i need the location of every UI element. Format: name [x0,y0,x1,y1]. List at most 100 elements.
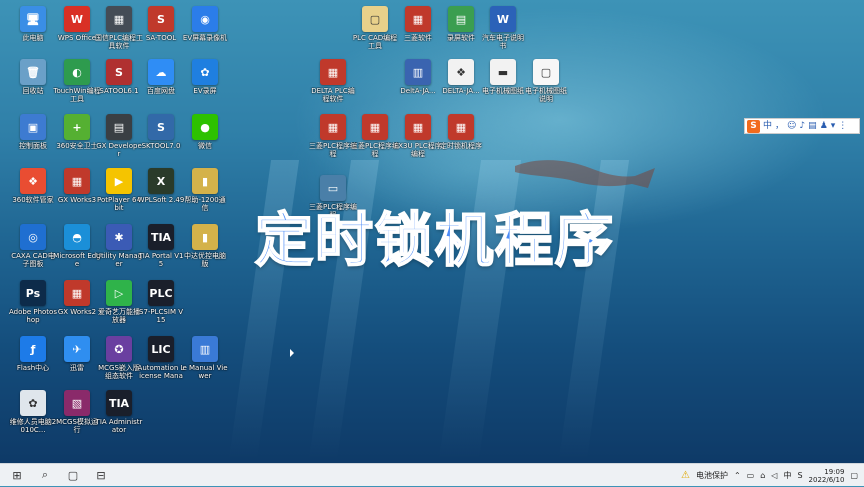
desktop-icon[interactable]: ▦ 定时锁机程序 [439,114,483,150]
widgets-icon[interactable]: ⊟ [90,466,112,484]
desktop-icon[interactable]: ▦ 国信PLC编程工具软件 [95,6,143,50]
desktop-icon[interactable]: ▦ GX Works3 [55,168,99,204]
desktop-icon[interactable]: ● 微信 [183,114,227,150]
notification-icon[interactable]: ▢ [850,471,858,480]
desktop-icon[interactable]: ✪ MCGS嵌入版组态软件 [97,336,141,380]
desktop-icon[interactable]: ▤ 录屏软件 [439,6,483,42]
desktop-icon[interactable]: ▶ PotPlayer 64 bit [97,168,141,212]
desktop-icon-label: 三菱PLC程序编程 [351,142,399,158]
task-view-icon[interactable]: ▢ [62,466,84,484]
search-icon[interactable]: ⌕ [34,466,56,484]
app-icon: ▦ [64,280,90,306]
desktop-icon-label: FX3U PLC程序编程 [394,142,442,158]
desktop-icon[interactable]: ▢ 电子机械图纸说明 [524,59,568,103]
battery-protection-label[interactable]: 电池保护 [696,470,728,481]
app-icon: ◎ [20,224,46,250]
desktop-icon[interactable]: ▦ DELTA PLC编程软件 [311,59,355,103]
desktop-icon[interactable]: W WPS Office [55,6,99,42]
desktop-icon[interactable]: LIC Automation License Manager [138,336,184,380]
app-icon: PLC [148,280,174,306]
clock[interactable]: 19:09 2022/6/10 [809,468,845,484]
desktop-icon[interactable]: TIA TIA Portal V15 [139,224,183,268]
grid-icon[interactable]: ⋮ [838,119,847,133]
desktop-icon[interactable]: ◐ TouchWin编程工具 [53,59,101,103]
chevron-up-icon[interactable]: ⌃ [734,471,741,480]
taskbar: ⊞ ⌕ ▢ ⊟ ⚠ 电池保护 ⌃ ▭ ⌂ ◁ 中 S 19:09 2022/6/… [0,463,864,486]
app-icon: ▥ [192,336,218,362]
desktop-icon[interactable]: ▥ DeltA-JA... [396,59,440,95]
desktop-icon[interactable]: ƒ Flash中心 [11,336,55,372]
desktop-icon-label: 三菱PLC程序编程 [309,142,357,158]
app-icon: W [490,6,516,32]
desktop-icon-label: DELTA PLC编程软件 [311,87,355,103]
keyboard-icon[interactable]: ▤ [808,119,817,133]
warning-icon[interactable]: ⚠ [681,470,690,481]
desktop-icon[interactable]: ◓ Microsoft Edge [53,224,101,268]
desktop-icon[interactable]: ▣ 控制面板 [11,114,55,150]
desktop-icon-label: 电子机械图纸 [482,87,524,95]
desktop-icon-label: 录屏软件 [447,34,475,42]
app-icon: ▮ [192,168,218,194]
desktop-icon[interactable]: ✱ Utility Manager [96,224,142,268]
volume-icon[interactable]: ◁ [771,471,777,480]
app-icon: X [148,168,174,194]
desktop-icon-label: Flash中心 [16,364,50,372]
desktop-icon[interactable]: ▦ 三菱PLC程序编程 [351,114,399,158]
desktop-icon[interactable]: ▬ 电子机械图纸 [481,59,525,95]
desktop-icon[interactable]: S SA-TOOL [139,6,183,42]
app-icon: ❖ [20,168,46,194]
desktop-icon[interactable]: ☁ 百度网盘 [139,59,183,95]
desktop-icon[interactable]: ◎ CAXA CAD电子图板 [11,224,55,268]
desktop-icon[interactable]: 🖥 此电脑 [11,6,55,42]
desktop-icon[interactable]: TIA TIA Administrator [96,390,142,434]
desktop-icon-label: 360软件管家 [12,196,54,204]
app-icon: ▦ [64,168,90,194]
emoji-icon[interactable]: ☺ [787,119,796,133]
desktop-icon[interactable]: ❖ DELTA-JA... [439,59,483,95]
sogou-logo-icon: S [747,119,760,133]
desktop-icon[interactable]: ✈ 迅雷 [55,336,99,372]
ime-punct-toggle[interactable]: ， [775,119,784,133]
desktop-icon-label: PotPlayer 64 bit [97,196,141,212]
input-language[interactable]: 中 [783,470,791,481]
desktop-icon[interactable]: ▦ FX3U PLC程序编程 [394,114,442,158]
desktop-icon[interactable]: ▥ e Manual Viewer [182,336,228,380]
desktop-icon[interactable]: ✿ EV录屏 [183,59,227,95]
app-icon: ▦ [362,114,388,140]
desktop-icon[interactable]: ▦ 三菱软件 [396,6,440,42]
desktop-icon[interactable]: W 汽车电子说明书 [481,6,525,50]
desktop-icon[interactable]: ▷ 爱奇艺万能播放器 [97,280,141,324]
desktop-icon-label: WPLSoft 2.49 [137,196,185,204]
desktop-icon[interactable]: ▤ GX Developer [96,114,142,158]
user-icon[interactable]: ♟ [820,119,828,133]
desktop-icon[interactable]: ❖ 360软件管家 [11,168,55,204]
shirt-icon[interactable]: ▾ [831,119,836,133]
microphone-icon[interactable]: ♪ [799,119,805,133]
ime-lang-toggle[interactable]: 中 [763,119,772,133]
desktop-icon[interactable]: Ps Adobe Photoshop [9,280,57,324]
desktop-icon-label: Adobe Photoshop [9,308,57,324]
desktop-icon-label: DELTA-JA... [442,87,480,95]
desktop-icon-label: 三菱软件 [404,34,432,42]
desktop-icon[interactable]: S SKTOOL7.0 [139,114,183,150]
desktop-icon[interactable]: +360安全卫士 [55,114,99,150]
desktop-icon[interactable]: ✿ 维修人员电脑2010C... [10,390,56,434]
app-icon: ◐ [64,59,90,85]
app-icon: ✈ [64,336,90,362]
desktop-icon[interactable]: 🗑 回收站 [11,59,55,95]
desktop-icon[interactable]: ▧ MCGS模拟运行 [55,390,99,434]
ime-mode-icon[interactable]: S [797,471,802,480]
start-button[interactable]: ⊞ [6,466,28,484]
desktop-icon[interactable]: ◉ EV屏幕录像机 [183,6,227,42]
ime-toolbar[interactable]: S 中 ， ☺ ♪ ▤ ♟ ▾ ⋮ [744,118,860,134]
clock-time: 19:09 [824,467,845,476]
desktop-icon[interactable]: ▦ 三菱PLC程序编程 [309,114,357,158]
desktop-icon[interactable]: ▦ GX Works2 [55,280,99,316]
desktop-icon[interactable]: X WPLSoft 2.49 [137,168,185,204]
desktop-icon[interactable]: S SATOOL6.1 [97,59,141,95]
battery-icon[interactable]: ▭ [747,471,755,480]
desktop-icon[interactable]: ▢ PLC CAD编程工具 [353,6,397,50]
desktop-icon[interactable]: PLC S7-PLCSIM V15 [139,280,183,324]
network-icon[interactable]: ⌂ [760,471,765,480]
app-icon: W [64,6,90,32]
